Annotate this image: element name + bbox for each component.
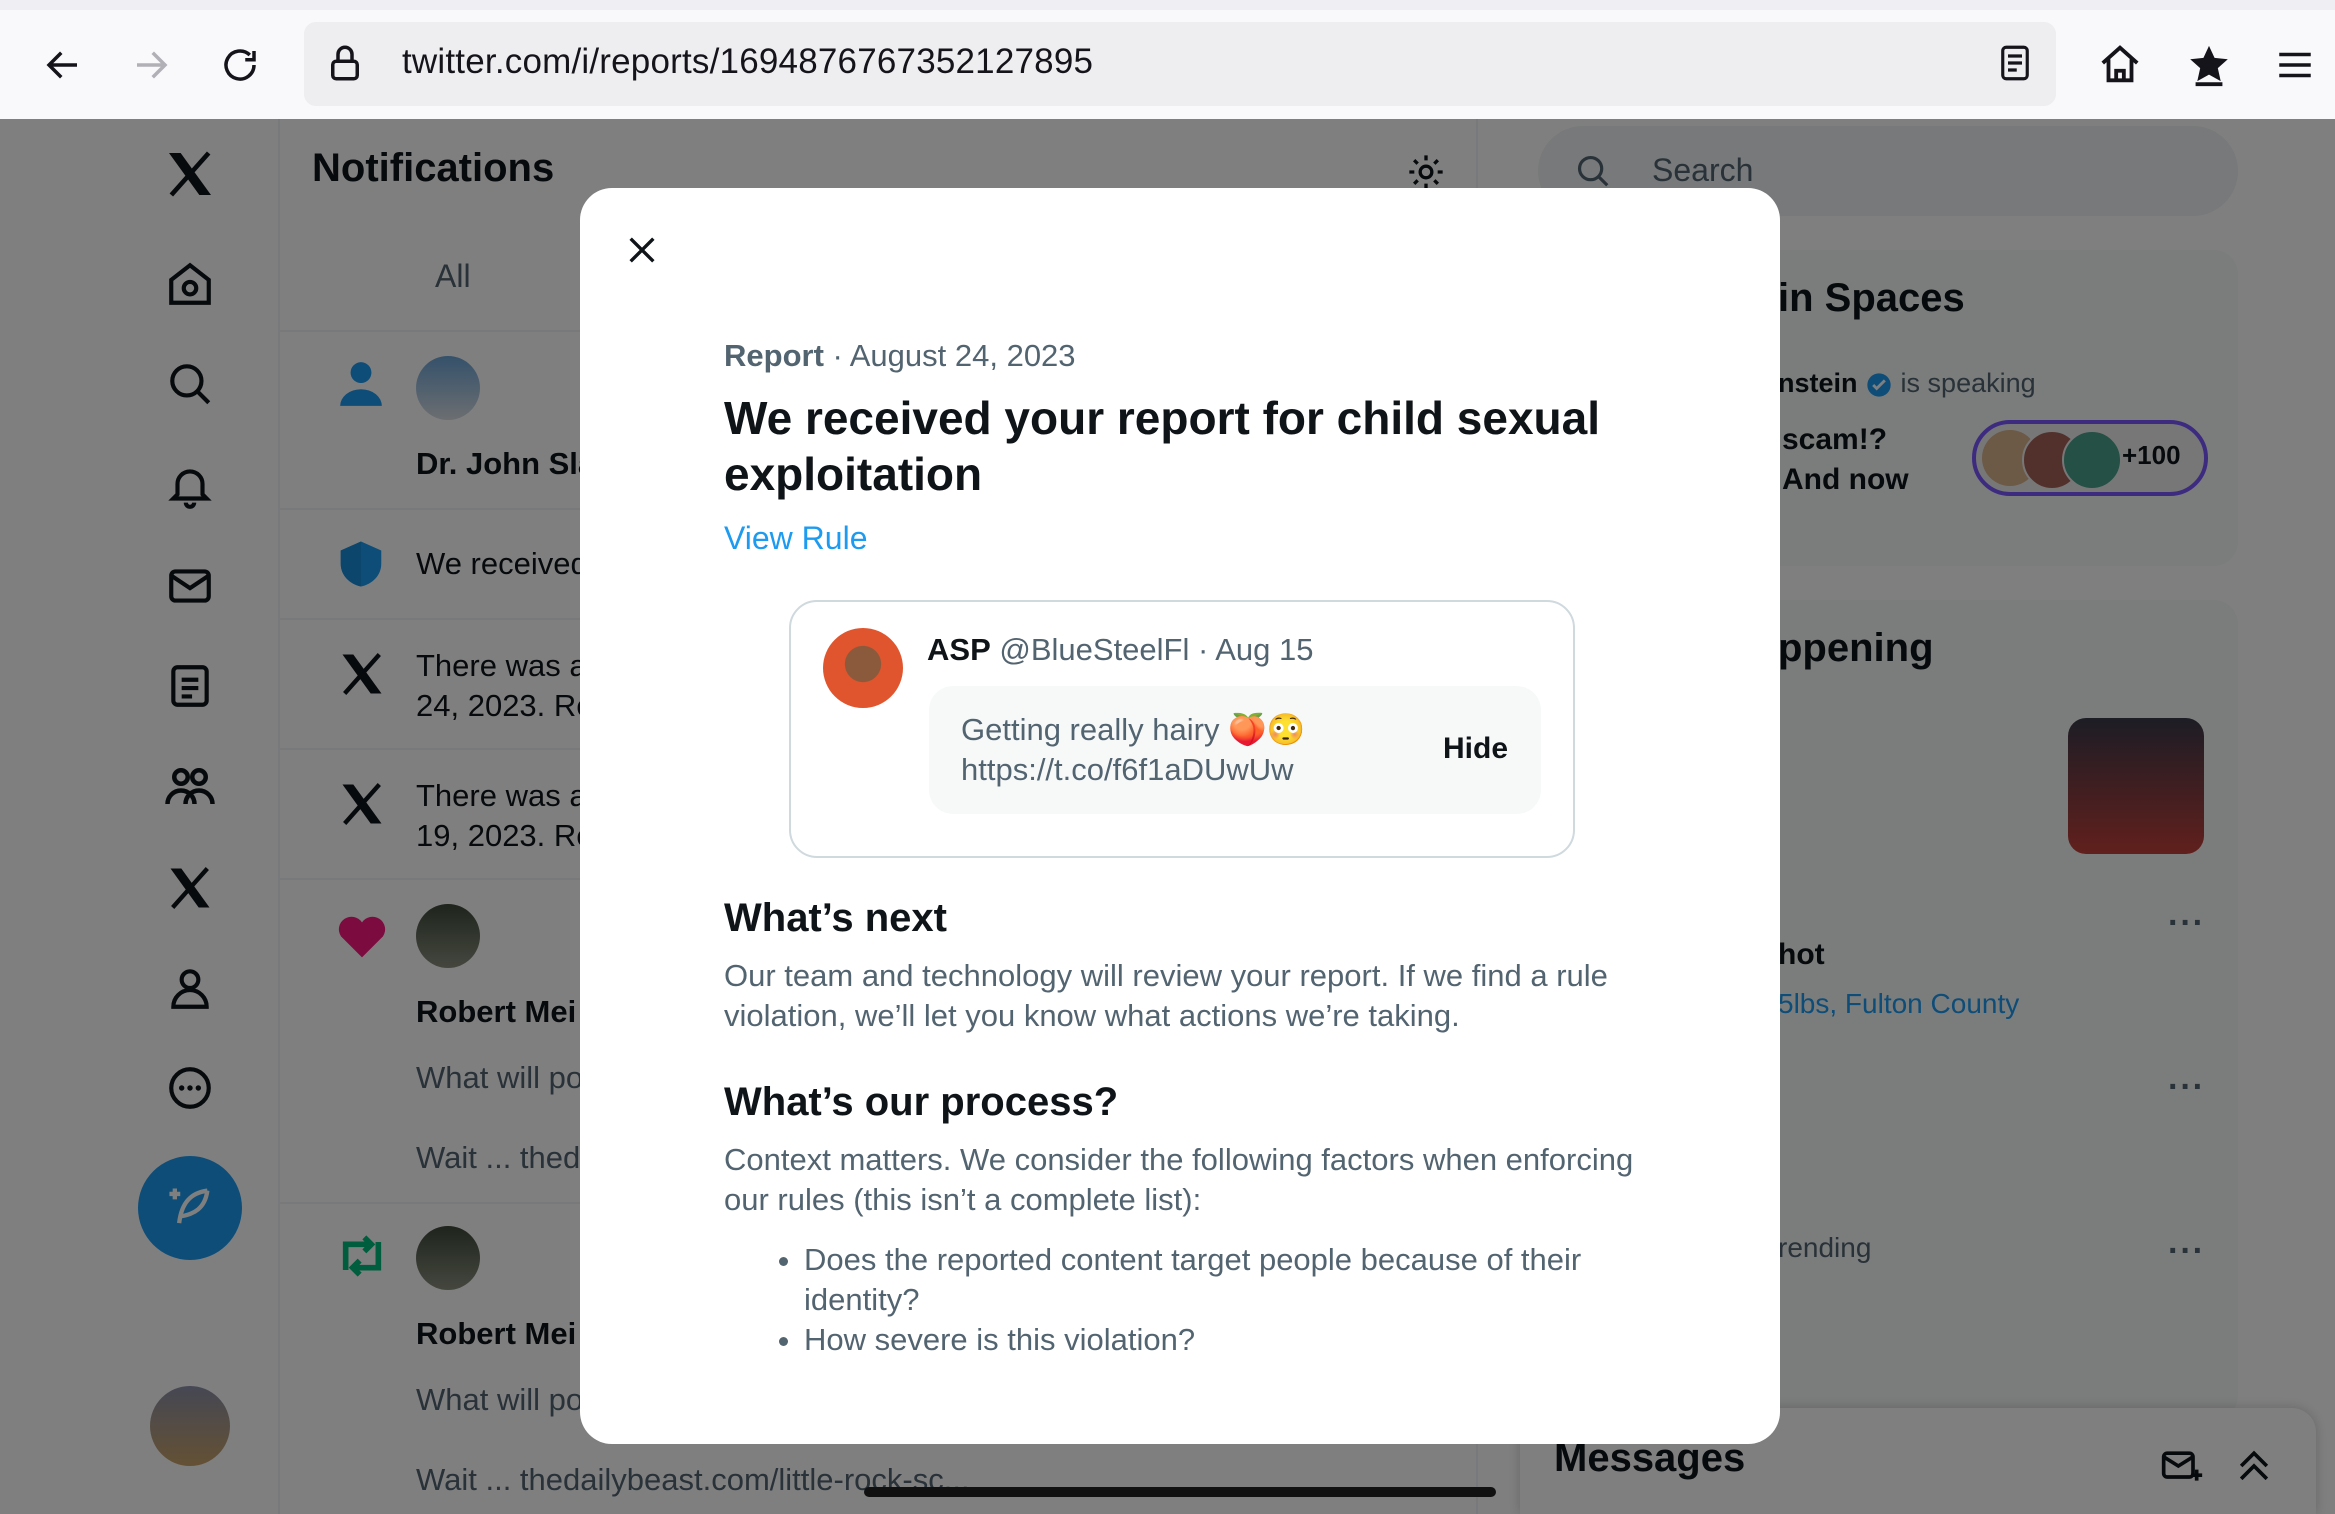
tweet-content-box: Getting really hairy 🍑😳 https://t.co/f6f… [929, 686, 1541, 814]
forward-button[interactable] [122, 36, 180, 94]
avatar[interactable] [823, 628, 903, 708]
star-icon [2190, 45, 2228, 87]
url-text[interactable]: twitter.com/i/reports/169487676735212789… [402, 42, 1093, 82]
home-indicator [864, 1487, 1496, 1497]
tab-strip [0, 0, 2335, 10]
tweet-header: ASP @BlueSteelFl · Aug 15 [927, 632, 1314, 667]
process-body: Context matters. We consider the followi… [724, 1142, 1634, 1217]
back-button[interactable] [34, 36, 92, 94]
reload-button[interactable] [211, 36, 269, 94]
close-icon [629, 237, 655, 263]
home-button[interactable] [2091, 36, 2149, 94]
process-heading: What’s our process? [724, 1080, 1119, 1124]
arrow-left-icon [46, 51, 77, 79]
address-bar[interactable]: twitter.com/i/reports/169487676735212789… [304, 22, 2056, 106]
tweet-text: Getting really hairy 🍑😳 https://t.co/f6f… [961, 712, 1306, 787]
menu-button[interactable] [2266, 36, 2324, 94]
report-headline: We received your report for child sexual… [724, 392, 1600, 500]
browser-toolbar: twitter.com/i/reports/169487676735212789… [0, 0, 2335, 120]
hide-button[interactable]: Hide [1443, 732, 1508, 766]
list-item: How severe is this violation? [804, 1320, 1644, 1360]
hamburger-icon [2279, 52, 2311, 78]
reload-icon [224, 49, 256, 81]
arrow-right-icon [137, 51, 168, 79]
list-item: Does the reported content target people … [804, 1240, 1644, 1320]
home-icon [2101, 45, 2139, 83]
close-button[interactable] [610, 218, 674, 282]
whats-next-body: Our team and technology will review your… [724, 958, 1608, 1033]
bookmarks-button[interactable] [2180, 36, 2238, 94]
reader-view-icon[interactable] [1994, 42, 2036, 84]
view-rule-link[interactable]: View Rule [724, 520, 1644, 557]
report-meta: Report · August 24, 2023 [724, 338, 1076, 373]
whats-next-heading: What’s next [724, 896, 947, 940]
report-modal: Report · August 24, 2023 We received you… [580, 188, 1780, 1444]
reported-tweet-card[interactable]: ASP @BlueSteelFl · Aug 15 Getting really… [789, 600, 1575, 858]
lock-icon [331, 45, 359, 81]
